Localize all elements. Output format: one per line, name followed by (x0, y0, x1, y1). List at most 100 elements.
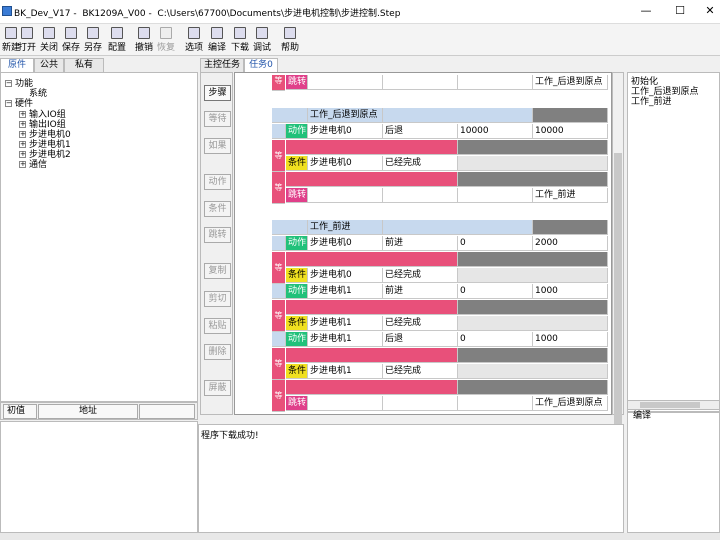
tab-private[interactable]: 私有 (64, 58, 104, 72)
motor-cell[interactable]: 步进电机1 (308, 316, 383, 331)
help-button[interactable]: 帮助 (279, 25, 301, 55)
tree-node-hardware[interactable]: − 硬件 (5, 99, 33, 109)
command-cell[interactable]: 后退 (383, 332, 458, 347)
value-cell[interactable]: 1000 (533, 332, 608, 347)
value-cell[interactable]: 1000 (533, 284, 608, 299)
motor-cell[interactable]: 步进电机1 (308, 364, 383, 379)
tree-node-input-io[interactable]: + 输入IO组 (19, 110, 66, 120)
value-cell[interactable]: 0 (458, 332, 533, 347)
condition-tag[interactable]: 条件 (286, 156, 308, 171)
motor-cell[interactable]: 步进电机1 (308, 284, 383, 299)
tree-node-function[interactable]: − 功能 (5, 79, 33, 89)
value-cell[interactable]: 2000 (533, 236, 608, 251)
action-tag[interactable]: 动作 (286, 284, 308, 299)
tree-node-motor1[interactable]: + 步进电机1 (19, 140, 71, 150)
tab-main-task[interactable]: 主控任务 (200, 58, 244, 72)
action-tag[interactable]: 动作 (286, 236, 308, 251)
copy-button[interactable]: 复制 (204, 263, 231, 279)
expand-icon[interactable]: + (19, 121, 26, 128)
action-tag[interactable]: 动作 (286, 332, 308, 347)
grid-cell[interactable] (458, 396, 533, 411)
grid-cell[interactable] (308, 75, 383, 90)
value-cell[interactable]: 0 (458, 284, 533, 299)
close-button[interactable]: ✕ (700, 4, 720, 18)
command-cell[interactable]: 前进 (383, 236, 458, 251)
step-grid[interactable]: 等 跳转 工作_后退到原点 工作_后退到原点 动作 步进电机0 后退 10000… (234, 72, 612, 415)
wait-button[interactable]: 等待 (204, 111, 231, 127)
step-button[interactable]: 步骤 (204, 85, 231, 101)
value-cell[interactable]: 10000 (533, 124, 608, 139)
tree-node-motor0[interactable]: + 步进电机0 (19, 130, 71, 140)
grid-cell[interactable] (458, 156, 608, 171)
condition-tag[interactable]: 条件 (286, 268, 308, 283)
action-tag[interactable]: 动作 (286, 124, 308, 139)
motor-cell[interactable]: 步进电机1 (308, 332, 383, 347)
step-title[interactable]: 工作_前进 (308, 220, 383, 235)
tab-task0[interactable]: 任务0 (244, 58, 278, 72)
command-cell[interactable]: 前进 (383, 284, 458, 299)
cut-button[interactable]: 剪切 (204, 291, 231, 307)
save-as-button[interactable]: 另存 (82, 25, 104, 55)
jump-target-cell[interactable]: 工作_后退到原点 (533, 75, 608, 90)
grid-cell[interactable] (383, 396, 458, 411)
jump-label[interactable]: 跳转 (286, 75, 308, 90)
jump-button[interactable]: 跳转 (204, 227, 231, 243)
condition-tag[interactable]: 条件 (286, 364, 308, 379)
maximize-button[interactable]: ☐ (670, 4, 690, 18)
condition-button[interactable]: 条件 (204, 201, 231, 217)
status-cell[interactable]: 已经完成 (383, 316, 458, 331)
mask-button[interactable]: 屏蔽 (204, 380, 231, 396)
config-button[interactable]: 配置 (106, 25, 128, 55)
status-cell[interactable]: 已经完成 (383, 364, 458, 379)
grid-cell[interactable] (458, 75, 533, 90)
debug-button[interactable]: 调试 (251, 25, 273, 55)
step-title[interactable]: 工作_后退到原点 (308, 108, 383, 123)
command-cell[interactable]: 后退 (383, 124, 458, 139)
if-button[interactable]: 如果 (204, 138, 231, 154)
tree-node-system[interactable]: 系统 (29, 89, 47, 99)
expand-icon[interactable]: + (19, 131, 26, 138)
jump-target-cell[interactable]: 工作_前进 (533, 188, 608, 203)
grid-cell[interactable] (383, 188, 458, 203)
grid-scrollbar[interactable] (612, 72, 624, 453)
expand-icon[interactable]: + (19, 111, 26, 118)
grid-cell[interactable] (458, 188, 533, 203)
delete-button[interactable]: 删除 (204, 344, 231, 360)
tab-public[interactable]: 公共 (34, 58, 64, 72)
redo-button[interactable]: 恢复 (155, 25, 177, 55)
value-cell[interactable]: 0 (458, 236, 533, 251)
jump-label[interactable]: 跳转 (286, 188, 308, 203)
grid-cell[interactable] (458, 316, 608, 331)
motor-cell[interactable]: 步进电机0 (308, 236, 383, 251)
address-extra-header[interactable] (139, 404, 195, 419)
grid-cell[interactable] (458, 364, 608, 379)
grid-cell[interactable] (458, 268, 608, 283)
collapse-icon[interactable]: − (5, 100, 12, 107)
status-cell[interactable]: 已经完成 (383, 268, 458, 283)
tab-components[interactable]: 原件 (0, 58, 34, 72)
grid-cell[interactable] (308, 188, 383, 203)
address-header[interactable]: 地址 (38, 404, 138, 419)
minimize-button[interactable]: — (636, 4, 656, 18)
step-list-item[interactable]: 工作_后退到原点 (631, 87, 699, 97)
initial-value-header[interactable]: 初值 (3, 404, 37, 419)
condition-tag[interactable]: 条件 (286, 316, 308, 331)
jump-target-cell[interactable]: 工作_后退到原点 (533, 396, 608, 411)
collapse-icon[interactable]: − (5, 80, 12, 87)
action-button[interactable]: 动作 (204, 174, 231, 190)
expand-icon[interactable]: + (19, 161, 26, 168)
tree-node-motor2[interactable]: + 步进电机2 (19, 150, 71, 160)
expand-icon[interactable]: + (19, 151, 26, 158)
tree-node-output-io[interactable]: + 输出IO组 (19, 120, 66, 130)
step-list-item[interactable]: 工作_前进 (631, 97, 699, 107)
scrollbar-thumb[interactable] (614, 153, 622, 453)
tree-node-comm[interactable]: + 通信 (19, 160, 47, 170)
motor-cell[interactable]: 步进电机0 (308, 124, 383, 139)
paste-button[interactable]: 粘贴 (204, 318, 231, 334)
motor-cell[interactable]: 步进电机0 (308, 156, 383, 171)
value-cell[interactable]: 10000 (458, 124, 533, 139)
grid-cell[interactable] (383, 75, 458, 90)
status-cell[interactable]: 已经完成 (383, 156, 458, 171)
step-list-item[interactable]: 初始化 (631, 77, 699, 87)
grid-cell[interactable] (308, 396, 383, 411)
